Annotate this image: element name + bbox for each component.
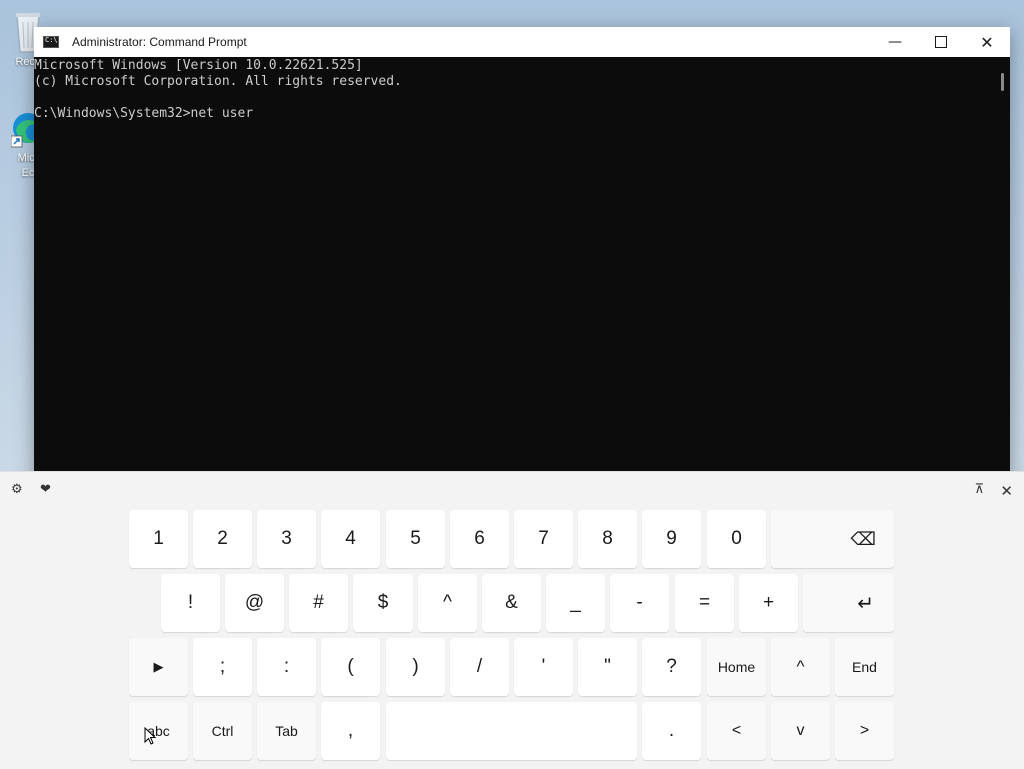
emoji-panel-icon[interactable]: ❤ — [40, 482, 51, 497]
left-arrow-key[interactable]: < — [707, 702, 766, 760]
key-apostrophe[interactable]: ' — [514, 638, 573, 696]
key-period[interactable]: . — [642, 702, 701, 760]
key-open-paren[interactable]: ( — [321, 638, 380, 696]
mouse-cursor-icon — [144, 726, 157, 745]
console-line: Microsoft Windows [Version 10.0.22621.52… — [34, 58, 363, 73]
key-4[interactable]: 4 — [321, 510, 380, 568]
chevron-left-icon: < — [731, 722, 742, 739]
key-comma[interactable]: , — [321, 702, 380, 760]
chevron-up-icon: ^ — [796, 657, 805, 676]
key-at[interactable]: @ — [225, 574, 284, 632]
console-line: C:\Windows\System32>net user — [34, 106, 254, 121]
key-semicolon[interactable]: ; — [193, 638, 252, 696]
enter-key[interactable]: ↵ — [803, 574, 894, 632]
key-3[interactable]: 3 — [257, 510, 316, 568]
up-arrow-key[interactable]: ^ — [771, 638, 830, 696]
scroll-thumb[interactable] — [1001, 73, 1004, 91]
key-plus[interactable]: + — [739, 574, 798, 632]
maximize-button[interactable] — [918, 27, 964, 57]
play-key[interactable]: ▶ — [129, 638, 188, 696]
enter-icon: ↵ — [857, 592, 874, 615]
key-2[interactable]: 2 — [193, 510, 252, 568]
undock-keyboard-icon[interactable]: ⊼ — [974, 482, 984, 497]
key-close-paren[interactable]: ) — [386, 638, 445, 696]
key-exclamation[interactable]: ! — [161, 574, 220, 632]
keyboard-settings-icon[interactable]: ⚙ — [11, 482, 23, 497]
space-key[interactable] — [386, 702, 637, 760]
key-minus[interactable]: - — [610, 574, 669, 632]
key-caret[interactable]: ^ — [418, 574, 477, 632]
key-7[interactable]: 7 — [514, 510, 573, 568]
down-arrow-key[interactable]: v — [771, 702, 830, 760]
key-dollar[interactable]: $ — [353, 574, 413, 632]
play-icon: ▶ — [153, 659, 164, 674]
key-equals[interactable]: = — [675, 574, 734, 632]
chevron-right-icon: > — [859, 722, 870, 739]
cmd-icon — [43, 36, 59, 48]
home-key[interactable]: Home — [707, 638, 766, 696]
console-line: ​ — [34, 90, 994, 106]
key-5[interactable]: 5 — [386, 510, 445, 568]
key-6[interactable]: 6 — [450, 510, 509, 568]
close-keyboard-icon[interactable]: ✕ — [1000, 482, 1013, 500]
backspace-key[interactable]: ⌫ — [771, 510, 894, 568]
minimize-button[interactable]: — — [872, 27, 918, 57]
key-question[interactable]: ? — [642, 638, 701, 696]
close-icon: ✕ — [980, 32, 994, 52]
end-key[interactable]: End — [835, 638, 894, 696]
backspace-icon: ⌫ — [850, 528, 876, 549]
ctrl-key[interactable]: Ctrl — [193, 702, 252, 760]
console-output[interactable]: Microsoft Windows [Version 10.0.22621.52… — [34, 57, 994, 487]
key-9[interactable]: 9 — [642, 510, 701, 568]
key-underscore[interactable]: _ — [546, 574, 605, 632]
key-quote[interactable]: " — [578, 638, 637, 696]
right-arrow-key[interactable]: > — [835, 702, 894, 760]
minimize-icon: — — [888, 34, 902, 50]
vertical-scrollbar[interactable] — [994, 57, 1010, 487]
chevron-down-icon: v — [796, 722, 805, 739]
key-8[interactable]: 8 — [578, 510, 637, 568]
close-button[interactable]: ✕ — [964, 27, 1010, 57]
key-ampersand[interactable]: & — [482, 574, 541, 632]
tab-key[interactable]: Tab — [257, 702, 316, 760]
key-slash[interactable]: / — [450, 638, 509, 696]
abc-key[interactable]: abc — [129, 702, 188, 760]
key-0[interactable]: 0 — [707, 510, 766, 568]
key-colon[interactable]: : — [257, 638, 316, 696]
key-1[interactable]: 1 — [129, 510, 188, 568]
command-prompt-window[interactable]: Administrator: Command Prompt — ✕ Micros… — [34, 27, 1010, 487]
title-bar[interactable]: Administrator: Command Prompt — ✕ — [34, 27, 1010, 57]
console-line: (c) Microsoft Corporation. All rights re… — [34, 74, 402, 89]
maximize-icon — [935, 36, 947, 48]
key-hash[interactable]: # — [289, 574, 348, 632]
window-title: Administrator: Command Prompt — [72, 35, 247, 49]
